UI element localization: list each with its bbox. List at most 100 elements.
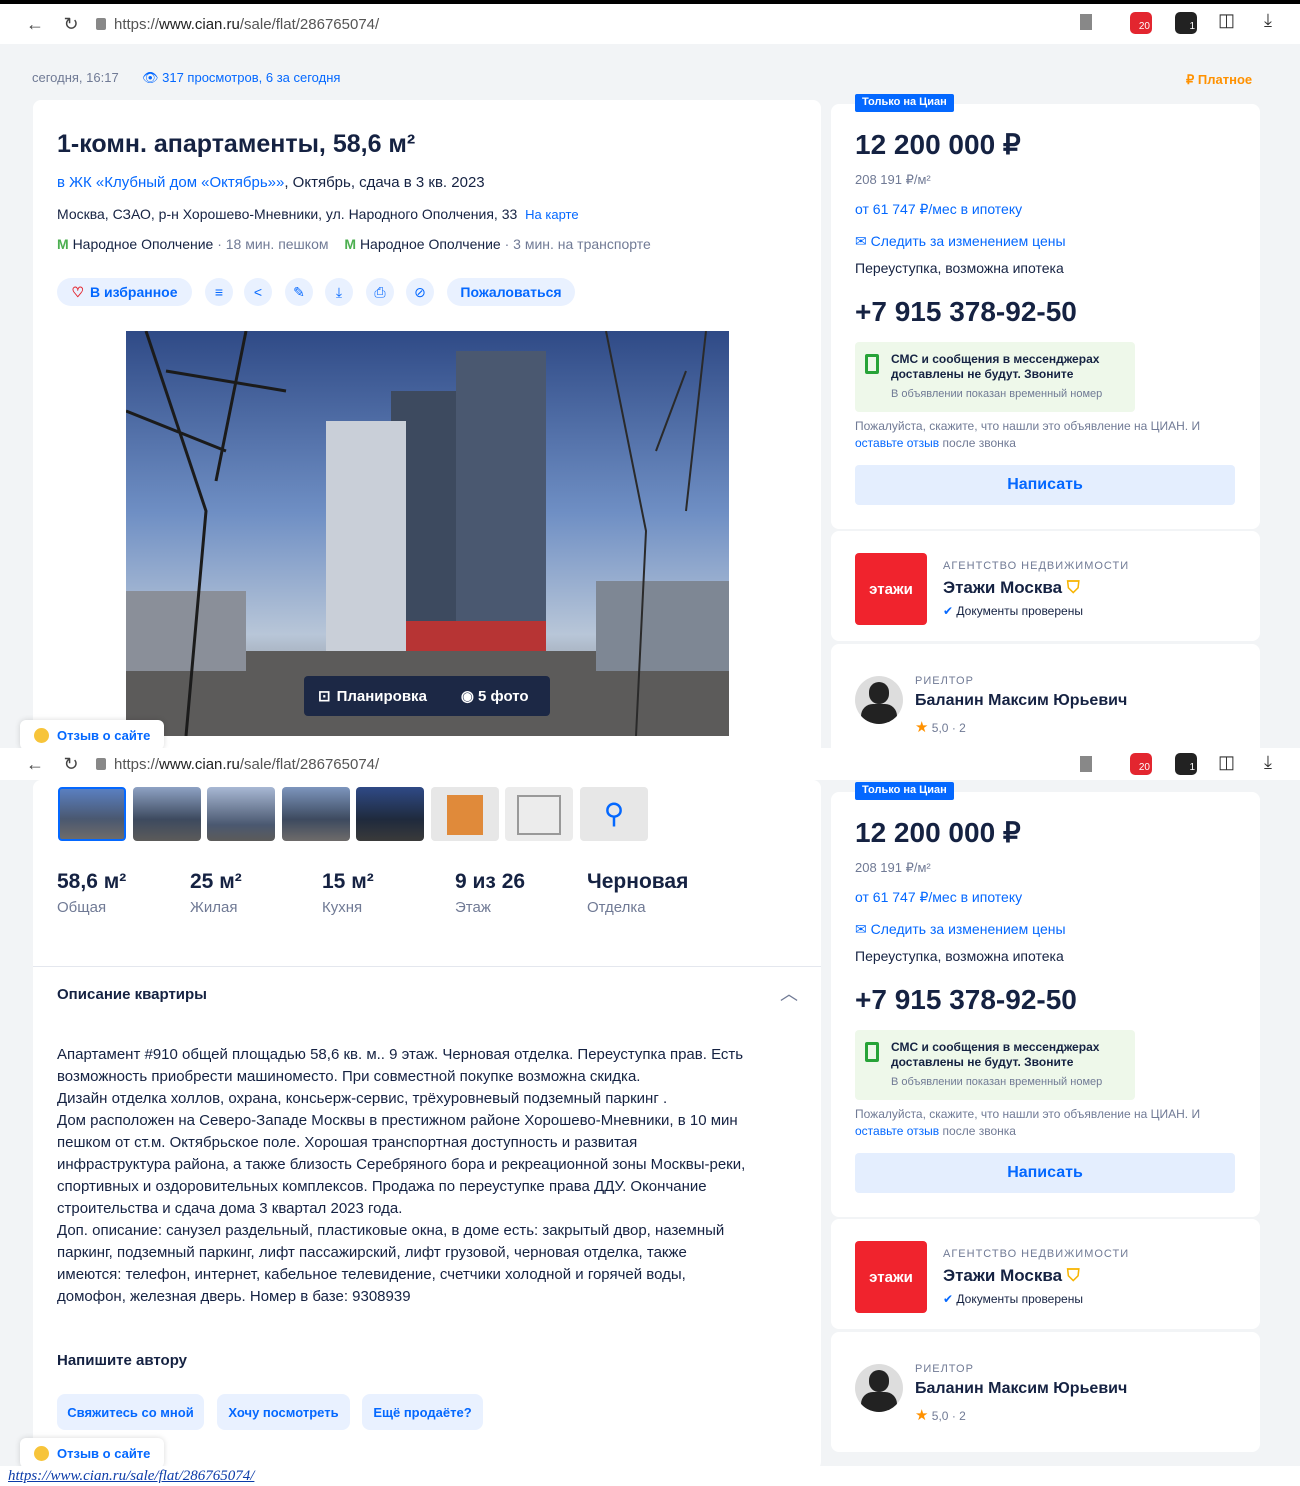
metro-time: · 18 мин. пешком [217, 236, 329, 252]
quick-reply-button[interactable]: Хочу посмотреть [217, 1394, 350, 1430]
metro-name[interactable]: Народное Ополчение [73, 236, 214, 252]
realtor-label: РИЕЛТОР [915, 1363, 974, 1375]
footer-link[interactable]: https://www.cian.ru/sale/flat/286765074/ [8, 1468, 254, 1485]
agency-name-text: Этажи Москва [943, 578, 1063, 597]
extension-icon[interactable]: 20 [1130, 12, 1152, 34]
complex-line: в ЖК «Клубный дом «Октябрь»», Октябрь, с… [57, 174, 485, 191]
agency-logo[interactable]: этажи [855, 1241, 927, 1313]
complain-button[interactable]: Пожаловаться [447, 278, 575, 306]
review-link[interactable]: оставьте отзыв [855, 436, 939, 450]
docs-checked-text: Документы проверены [956, 604, 1083, 618]
map-link[interactable]: На карте [525, 207, 578, 222]
floorplan-thumb[interactable] [431, 787, 499, 841]
photo-thumb[interactable] [133, 787, 201, 841]
publish-date: сегодня, 16:17 [32, 70, 119, 85]
metro-line: M Народное Ополчение · 18 мин. пешком M … [57, 236, 651, 252]
site-feedback-button[interactable]: Отзыв о сайте [20, 1438, 165, 1466]
plan-button[interactable]: Планировка [337, 688, 427, 705]
temp-number-note: В объявлении показан временный номер [891, 1076, 1103, 1088]
floorplan-thumb[interactable] [505, 787, 573, 841]
main-photo[interactable]: ⊡ Планировка ◉ 5 фото [126, 331, 729, 736]
review-link[interactable]: оставьте отзыв [855, 1124, 939, 1138]
metro-time: · 3 мин. на транспорте [504, 236, 651, 252]
bookmark-icon[interactable] [1080, 14, 1092, 30]
mortgage-link[interactable]: от 61 747 ₽/мес в ипотеку [855, 889, 1022, 906]
share-icon[interactable]: < [244, 278, 272, 306]
avatar[interactable] [855, 1364, 903, 1412]
sale-type: Переуступка, возможна ипотека [855, 948, 1064, 964]
sms-warning: СМС и сообщения в мессенджерах доставлены… [891, 352, 1099, 382]
watch-price-link[interactable]: ✉ Следить за изменением цены [855, 233, 1066, 250]
metro-icon: M [344, 236, 357, 252]
stat-value: 25 м² [190, 870, 242, 893]
puzzle-icon[interactable]: ◫ [1218, 10, 1235, 31]
download-pdf-icon[interactable]: ⤓ [325, 278, 353, 306]
phone-number[interactable]: +7 915 378-92-50 [855, 296, 1077, 328]
chevron-up-icon[interactable]: ︿ [780, 980, 798, 1006]
back-icon[interactable]: ← [24, 754, 46, 775]
agency-logo-text: этажи [869, 580, 913, 598]
after-call: после звонка [939, 1124, 1016, 1138]
compare-icon[interactable]: ≡ [205, 278, 233, 306]
site-feedback-button[interactable]: Отзыв о сайте [20, 720, 165, 748]
photos-button[interactable]: 5 фото [478, 688, 529, 705]
extension-icon[interactable]: 1 [1175, 753, 1197, 775]
write-button[interactable]: Написать [855, 1153, 1235, 1193]
complex-link[interactable]: в ЖК «Клубный дом «Октябрь»» [57, 174, 284, 191]
reload-icon[interactable]: ↻ [60, 14, 82, 35]
extension-icon[interactable]: 1 [1175, 12, 1197, 34]
mortgage-link[interactable]: от 61 747 ₽/мес в ипотеку [855, 201, 1022, 218]
page-title: 1-комн. апартаменты, 58,6 м² [57, 130, 416, 158]
paid-badge: ₽ Платное [1186, 72, 1253, 87]
please-text: Пожалуйста, скажите, что нашли это объяв… [855, 1107, 1201, 1121]
download-icon[interactable]: ⤓ [1264, 752, 1272, 773]
sms-line: доставлены не будут. Звоните [891, 1055, 1074, 1069]
url-path: /sale/flat/286765074/ [239, 755, 380, 773]
views-count[interactable]: 👁 317 просмотров, 6 за сегодня [142, 70, 340, 86]
sms-warning: СМС и сообщения в мессенджерах доставлены… [891, 1040, 1099, 1070]
phone-number[interactable]: +7 915 378-92-50 [855, 984, 1077, 1016]
avatar[interactable] [855, 676, 903, 724]
print-icon[interactable]: ⎙ [366, 278, 394, 306]
shield-icon: ⛉ [1066, 578, 1080, 597]
agency-name[interactable]: Этажи Москва ⛉ [943, 578, 1080, 598]
realtor-name[interactable]: Баланин Максим Юрьевич [915, 1380, 1127, 1398]
photo-thumb[interactable] [356, 787, 424, 841]
edit-icon[interactable]: ✎ [285, 278, 313, 306]
realtor-name[interactable]: Баланин Максим Юрьевич [915, 692, 1127, 710]
reload-icon[interactable]: ↻ [60, 754, 82, 775]
address-bar[interactable]: https://www.cian.ru/sale/flat/286765074/ [114, 16, 379, 33]
favorite-button[interactable]: ♡ В избранное [57, 278, 192, 306]
puzzle-icon[interactable]: ◫ [1218, 752, 1235, 773]
write-button[interactable]: Написать [855, 465, 1235, 505]
photo-thumb[interactable] [282, 787, 350, 841]
url-path: /sale/flat/286765074/ [239, 15, 380, 33]
photo-thumb[interactable] [207, 787, 275, 841]
price-per-m2: 208 191 ₽/м² [855, 172, 931, 187]
browser-toolbar: ← ↻ https://www.cian.ru/sale/flat/286765… [0, 4, 1300, 44]
quick-reply-button[interactable]: Свяжитесь со мной [57, 1394, 204, 1430]
watch-price-link[interactable]: ✉ Следить за изменением цены [855, 921, 1066, 938]
quick-reply-button[interactable]: Ещё продаёте? [362, 1394, 483, 1430]
rating-text: 5,0 · 2 [931, 721, 966, 735]
back-icon[interactable]: ← [24, 14, 46, 35]
paid-text: Платное [1197, 72, 1253, 87]
rating: ★ 5,0 · 2 [915, 718, 966, 736]
bookmark-icon[interactable] [1080, 756, 1092, 772]
agency-name[interactable]: Этажи Москва ⛉ [943, 1266, 1080, 1286]
star-icon: ★ [915, 719, 929, 736]
sale-type: Переуступка, возможна ипотека [855, 260, 1064, 276]
metro-name[interactable]: Народное Ополчение [360, 236, 501, 252]
description-text: Апартамент #910 общей площадью 58,6 кв. … [57, 1046, 746, 1305]
agency-logo[interactable]: этажи [855, 553, 927, 625]
extension-icon[interactable]: 20 [1130, 753, 1152, 775]
agency-logo-text: этажи [869, 1268, 913, 1286]
hide-icon[interactable]: ⊘ [406, 278, 434, 306]
address: Москва, СЗАО, р-н Хорошево-Мневники, ул.… [57, 206, 518, 222]
download-icon[interactable]: ⤓ [1264, 10, 1272, 31]
phone-icon [865, 1042, 879, 1062]
address-bar[interactable]: https://www.cian.ru/sale/flat/286765074/ [114, 756, 379, 773]
map-pin-icon[interactable]: ⚲ [580, 787, 648, 841]
photo-thumb[interactable] [58, 787, 126, 841]
agency-label: АГЕНТСТВО НЕДВИЖИМОСТИ [943, 1248, 1130, 1260]
